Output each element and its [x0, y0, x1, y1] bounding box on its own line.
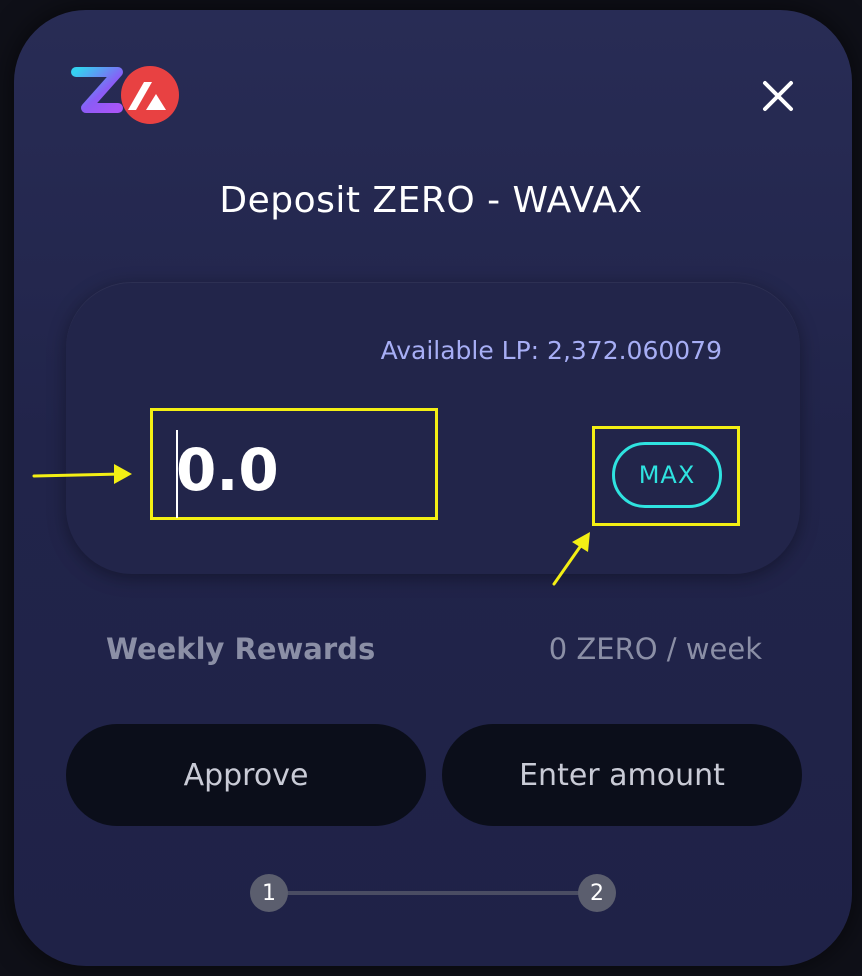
weekly-rewards-label: Weekly Rewards — [106, 632, 376, 666]
zero-avalanche-logo — [70, 64, 180, 128]
text-caret — [176, 430, 178, 518]
available-lp-text: Available LP: 2,372.060079 — [380, 336, 722, 365]
max-button[interactable]: MAX — [612, 442, 722, 508]
approve-button[interactable]: Approve — [66, 724, 426, 826]
enter-amount-button[interactable]: Enter amount — [442, 724, 802, 826]
amount-input[interactable] — [176, 432, 426, 508]
step-connector — [270, 891, 598, 895]
arrow-up-right-icon — [552, 532, 590, 586]
step-indicator: 1 2 — [250, 874, 620, 914]
weekly-rewards-value: 0 ZERO / week — [548, 632, 762, 666]
step-1: 1 — [250, 874, 288, 912]
step-2: 2 — [578, 874, 616, 912]
arrow-right-icon — [32, 464, 132, 484]
close-icon[interactable] — [758, 76, 798, 116]
modal-title: Deposit ZERO - WAVAX — [219, 180, 643, 221]
